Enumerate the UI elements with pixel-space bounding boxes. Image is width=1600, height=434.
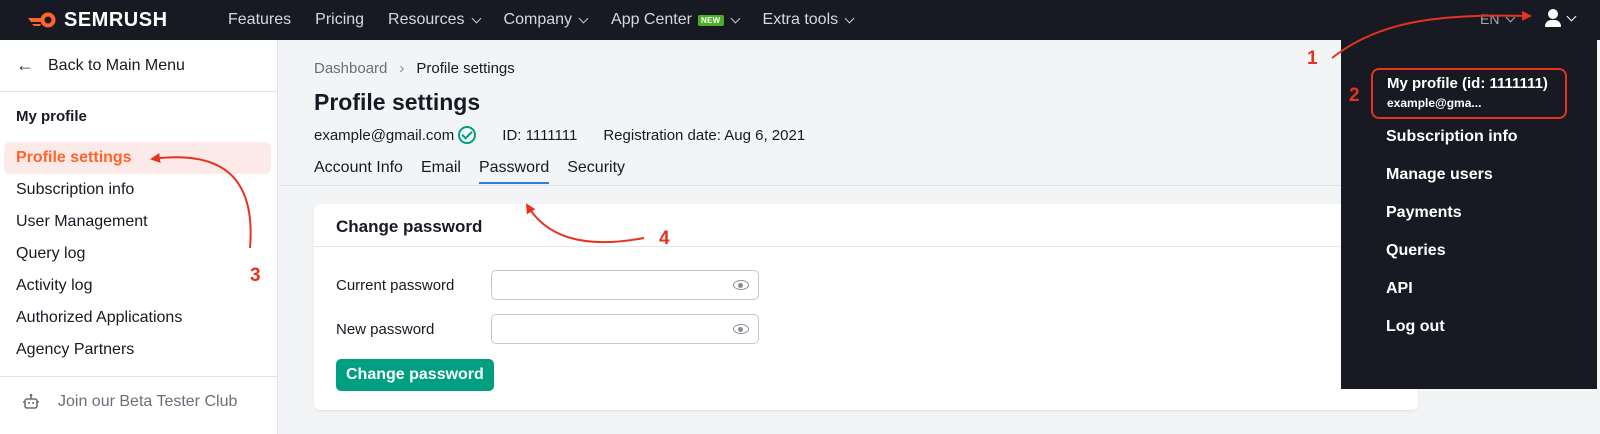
nav-extra-tools[interactable]: Extra tools (762, 11, 855, 29)
nav-features-label: Features (228, 11, 292, 28)
dropdown-subscription-info[interactable]: Subscription info (1386, 128, 1518, 146)
breadcrumb-dashboard[interactable]: Dashboard (314, 60, 387, 77)
chevron-down-icon (1566, 11, 1577, 21)
nav-company-label: Company (503, 11, 573, 28)
dropdown-profile-email: example@gma... (1387, 96, 1482, 110)
sidebar-item-user-management[interactable]: User Management (0, 206, 277, 238)
chevron-down-icon (578, 13, 589, 23)
back-to-main-menu[interactable]: ← Back to Main Menu (0, 40, 277, 92)
dropdown-my-profile[interactable]: My profile (id: 1111111) example@gma... (1371, 68, 1567, 119)
tab-security[interactable]: Security (567, 159, 625, 184)
language-label: EN (1480, 11, 1500, 27)
eye-icon[interactable] (733, 324, 749, 334)
change-password-card: Change password Current password New pas… (314, 204, 1418, 410)
logo-text: SEMRUSH (64, 8, 168, 31)
tab-email[interactable]: Email (421, 159, 461, 184)
beta-tester-link[interactable]: Join our Beta Tester Club (0, 377, 277, 411)
page-title: Profile settings (314, 89, 481, 115)
chevron-down-icon (730, 13, 740, 23)
new-password-label: New password (336, 320, 435, 338)
sidebar-item-subscription-info[interactable]: Subscription info (0, 174, 277, 206)
nav-resources[interactable]: Resources (388, 11, 481, 29)
sidebar-item-activity-log[interactable]: Activity log (0, 270, 277, 302)
registration-date: Registration date: Aug 6, 2021 (603, 126, 806, 144)
beta-label: Join our Beta Tester Club (58, 393, 238, 410)
current-password-label: Current password (336, 276, 455, 294)
current-password-row: Current password (336, 270, 759, 300)
breadcrumb-current: Profile settings (416, 60, 515, 77)
user-dropdown-menu: My profile (id: 1111111) example@gma... … (1341, 40, 1597, 389)
annotation-number-4: 4 (659, 228, 670, 249)
nav-app-center[interactable]: App Center NEW (611, 11, 740, 29)
user-icon (1545, 9, 1561, 27)
nav-pricing-label: Pricing (315, 11, 365, 28)
chevron-down-icon (844, 13, 855, 23)
sidebar-item-authorized-applications[interactable]: Authorized Applications (0, 302, 277, 334)
verified-check-icon (458, 126, 477, 144)
sidebar-item-profile-settings[interactable]: Profile settings (4, 142, 271, 174)
dropdown-manage-users[interactable]: Manage users (1386, 166, 1493, 184)
chevron-down-icon (471, 13, 481, 23)
annotation-number-3: 3 (250, 265, 261, 286)
annotation-number-2: 2 (1349, 85, 1360, 106)
card-title: Change password (314, 204, 1418, 247)
tabs-divider (279, 185, 1341, 186)
dropdown-profile-name: My profile (id: 1111111) (1387, 75, 1548, 92)
tab-password[interactable]: Password (478, 159, 550, 184)
nav-menu: Features Pricing Resources Company App C… (228, 11, 877, 29)
new-password-input[interactable] (491, 314, 759, 344)
chevron-right-icon: › (399, 60, 405, 77)
annotation-number-1: 1 (1307, 48, 1318, 69)
change-password-button[interactable]: Change password (336, 359, 494, 391)
nav-extra-tools-label: Extra tools (762, 11, 839, 28)
sidebar-item-agency-partners[interactable]: Agency Partners (0, 334, 277, 366)
dropdown-queries[interactable]: Queries (1386, 242, 1446, 260)
profile-id: ID: 1111111 (502, 126, 578, 144)
sidebar-title: My profile (16, 108, 87, 125)
chevron-down-icon (1506, 12, 1516, 22)
nav-resources-label: Resources (388, 11, 465, 28)
dropdown-api[interactable]: API (1386, 280, 1413, 298)
semrush-flame-icon (28, 12, 56, 28)
current-password-input[interactable] (491, 270, 759, 300)
new-badge: NEW (697, 14, 724, 26)
nav-pricing[interactable]: Pricing (315, 11, 364, 29)
user-menu-button[interactable] (1545, 9, 1577, 27)
sidebar: ← Back to Main Menu My profile Profile s… (0, 40, 278, 434)
eye-icon[interactable] (733, 280, 749, 290)
nav-company[interactable]: Company (503, 11, 589, 29)
nav-features[interactable]: Features (228, 11, 291, 29)
profile-meta: example@gmail.com ID: 1111111 Registrati… (314, 126, 805, 144)
profile-email: example@gmail.com (314, 126, 455, 144)
profile-tabs: Account Info Email Password Security (314, 159, 643, 184)
top-nav: SEMRUSH Features Pricing Resources Compa… (0, 0, 1600, 40)
breadcrumb: Dashboard › Profile settings (314, 60, 515, 77)
back-label: Back to Main Menu (48, 56, 185, 74)
robot-icon (23, 393, 39, 409)
dropdown-log-out[interactable]: Log out (1386, 318, 1445, 336)
semrush-logo[interactable]: SEMRUSH (28, 9, 188, 32)
main-content: Dashboard › Profile settings Profile set… (279, 40, 1418, 434)
nav-app-center-label: App Center (611, 11, 692, 28)
dropdown-payments[interactable]: Payments (1386, 204, 1462, 222)
tab-account-info[interactable]: Account Info (314, 159, 403, 184)
new-password-row: New password (336, 314, 759, 344)
language-selector[interactable]: EN (1480, 11, 1516, 27)
arrow-left-icon: ← (16, 55, 34, 75)
sidebar-item-query-log[interactable]: Query log (0, 238, 277, 270)
